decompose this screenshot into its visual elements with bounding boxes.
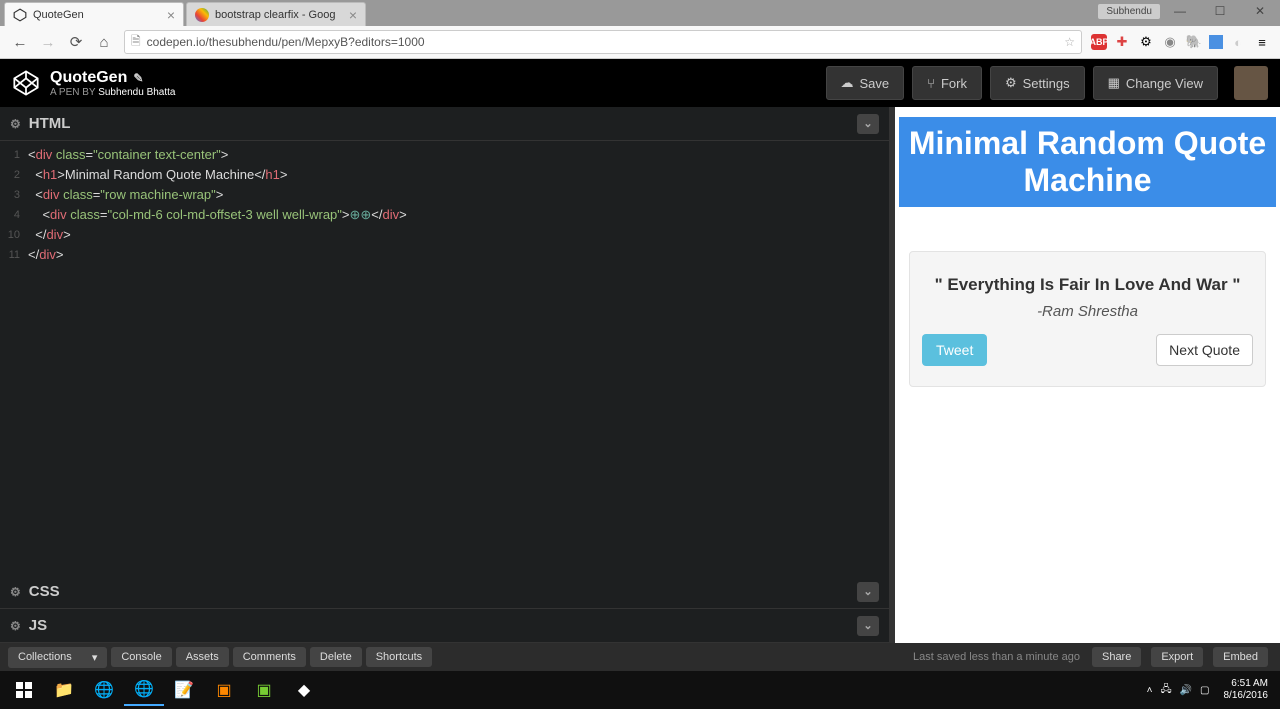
extension-icon[interactable] (1209, 35, 1223, 49)
fork-button[interactable]: ⑂Fork (912, 66, 982, 100)
chevron-down-icon: ▾ (92, 651, 98, 664)
layout-icon: ▦ (1108, 75, 1120, 91)
delete-button[interactable]: Delete (310, 647, 362, 667)
chrome-icon[interactable]: 🌐 (84, 674, 124, 706)
comments-button[interactable]: Comments (233, 647, 306, 667)
quote-well: " Everything Is Fair In Love And War " -… (909, 251, 1266, 388)
pen-title: QuoteGen (50, 69, 127, 87)
codepen-favicon-icon (13, 8, 27, 22)
app-icon[interactable]: 📝 (164, 674, 204, 706)
tab-close-icon[interactable]: × (159, 7, 175, 23)
start-button[interactable] (4, 674, 44, 706)
byline-prefix: A PEN BY (50, 87, 98, 98)
user-avatar[interactable] (1234, 66, 1268, 100)
app-icon[interactable]: ◆ (284, 674, 324, 706)
address-bar[interactable]: 🗎 codepen.io/thesubhendu/pen/MepxyB?edit… (124, 30, 1082, 54)
author-link[interactable]: Subhendu Bhatta (98, 87, 175, 98)
tab-close-icon[interactable]: × (341, 7, 357, 23)
sublime-icon[interactable]: ▣ (204, 674, 244, 706)
nav-row: ← → ⟳ ⌂ 🗎 codepen.io/thesubhendu/pen/Mep… (0, 26, 1280, 58)
html-code-editor[interactable]: 1<div class="container text-center">2 <h… (0, 141, 889, 575)
camtasia-icon[interactable]: ▣ (244, 674, 284, 706)
tweet-button[interactable]: Tweet (922, 334, 987, 366)
windows-taskbar: 📁 🌐 🌐 📝 ▣ ▣ ◆ ˄ 🖧 🔊 ▢ 6:51 AM 8/16/2016 (0, 671, 1280, 709)
share-button[interactable]: Share (1092, 647, 1141, 667)
system-tray: ˄ 🖧 🔊 ▢ 6:51 AM 8/16/2016 (1143, 678, 1276, 702)
file-explorer-icon[interactable]: 📁 (44, 674, 84, 706)
preview-heading: Minimal Random Quote Machine (899, 117, 1276, 207)
panel-collapse-icon[interactable]: ⌄ (857, 582, 879, 602)
window-controls: — ☐ ✕ (1160, 0, 1280, 22)
quote-buttons: Tweet Next Quote (922, 334, 1253, 366)
header-actions: ☁Save ⑂Fork ⚙Settings ▦Change View (826, 66, 1268, 100)
codepen-logo-icon[interactable] (12, 69, 40, 97)
network-icon[interactable]: 🖧 (1160, 682, 1171, 699)
change-view-button[interactable]: ▦Change View (1093, 66, 1218, 100)
maximize-button[interactable]: ☐ (1200, 0, 1240, 22)
panel-title: HTML (29, 115, 71, 132)
gear-icon: ⚙ (1005, 75, 1017, 91)
extension-icon[interactable]: ◉ (1161, 33, 1179, 51)
export-button[interactable]: Export (1151, 647, 1203, 667)
tab-title: QuoteGen (33, 9, 84, 21)
css-panel-header[interactable]: ⚙ CSS ⌄ (0, 575, 889, 609)
panel-title: JS (29, 617, 47, 634)
tray-up-icon[interactable]: ˄ (1147, 685, 1153, 696)
settings-button[interactable]: ⚙Settings (990, 66, 1085, 100)
codepen-body: ⚙ HTML ⌄ 1<div class="container text-cen… (0, 107, 1280, 643)
back-icon[interactable]: ← (11, 33, 29, 51)
panel-settings-icon[interactable]: ⚙ (10, 585, 21, 599)
fork-icon: ⑂ (927, 76, 935, 91)
codepen-header: QuoteGen ✎ A PEN BY Subhendu Bhatta ☁Sav… (0, 59, 1280, 107)
save-status: Last saved less than a minute ago (913, 651, 1080, 663)
tabs-row: QuoteGen × bootstrap clearfix - Goog × S… (0, 0, 1280, 26)
forward-icon[interactable]: → (39, 33, 57, 51)
codepen-footer: Collections▾ Console Assets Comments Del… (0, 643, 1280, 671)
collections-dropdown[interactable]: Collections▾ (8, 647, 107, 668)
panel-collapse-icon[interactable]: ⌄ (857, 114, 879, 134)
extension-icon[interactable]: ✚ (1113, 33, 1131, 51)
next-quote-button[interactable]: Next Quote (1156, 334, 1253, 366)
pen-title-wrap: QuoteGen ✎ A PEN BY Subhendu Bhatta (50, 69, 175, 98)
panel-collapse-icon[interactable]: ⌄ (857, 616, 879, 636)
save-button[interactable]: ☁Save (826, 66, 905, 100)
page-info-icon[interactable]: 🗎 (131, 32, 141, 53)
chrome-canary-icon[interactable]: 🌐 (124, 674, 164, 706)
volume-icon[interactable]: 🔊 (1180, 685, 1192, 696)
quote-text: " Everything Is Fair In Love And War " (922, 272, 1253, 298)
quote-author: -Ram Shrestha (922, 303, 1253, 320)
panel-settings-icon[interactable]: ⚙ (10, 117, 21, 131)
editor-column: ⚙ HTML ⌄ 1<div class="container text-cen… (0, 107, 895, 643)
settings-gear-icon[interactable]: ⚙ (1137, 33, 1155, 51)
edit-title-icon[interactable]: ✎ (133, 71, 143, 85)
adblock-icon[interactable]: ABP (1091, 34, 1107, 50)
clock[interactable]: 6:51 AM 8/16/2016 (1224, 678, 1269, 702)
embed-button[interactable]: Embed (1213, 647, 1268, 667)
google-favicon-icon (195, 8, 209, 22)
shortcuts-button[interactable]: Shortcuts (366, 647, 432, 667)
browser-chrome: QuoteGen × bootstrap clearfix - Goog × S… (0, 0, 1280, 59)
panel-title: CSS (29, 583, 60, 600)
evernote-icon[interactable]: 🐘 (1185, 33, 1203, 51)
chrome-user-badge[interactable]: Subhendu (1098, 4, 1160, 19)
console-button[interactable]: Console (111, 647, 171, 667)
home-icon[interactable]: ⌂ (95, 33, 113, 51)
cloud-icon: ☁ (841, 75, 854, 91)
js-panel-header[interactable]: ⚙ JS ⌄ (0, 609, 889, 643)
extension-icon[interactable]: ◐ (1229, 33, 1247, 51)
minimize-button[interactable]: — (1160, 0, 1200, 22)
url-text: codepen.io/thesubhendu/pen/MepxyB?editor… (147, 35, 425, 49)
menu-icon[interactable]: ≡ (1253, 33, 1271, 51)
close-button[interactable]: ✕ (1240, 0, 1280, 22)
assets-button[interactable]: Assets (176, 647, 229, 667)
reload-icon[interactable]: ⟳ (67, 33, 85, 51)
preview-pane: Minimal Random Quote Machine " Everythin… (895, 107, 1280, 643)
html-panel-header[interactable]: ⚙ HTML ⌄ (0, 107, 889, 141)
tab-inactive[interactable]: bootstrap clearfix - Goog × (186, 2, 366, 26)
tab-title: bootstrap clearfix - Goog (215, 9, 335, 21)
battery-icon[interactable]: ▢ (1200, 685, 1209, 696)
bookmark-icon[interactable]: ☆ (1064, 35, 1075, 49)
tab-active[interactable]: QuoteGen × (4, 2, 184, 26)
panel-settings-icon[interactable]: ⚙ (10, 619, 21, 633)
